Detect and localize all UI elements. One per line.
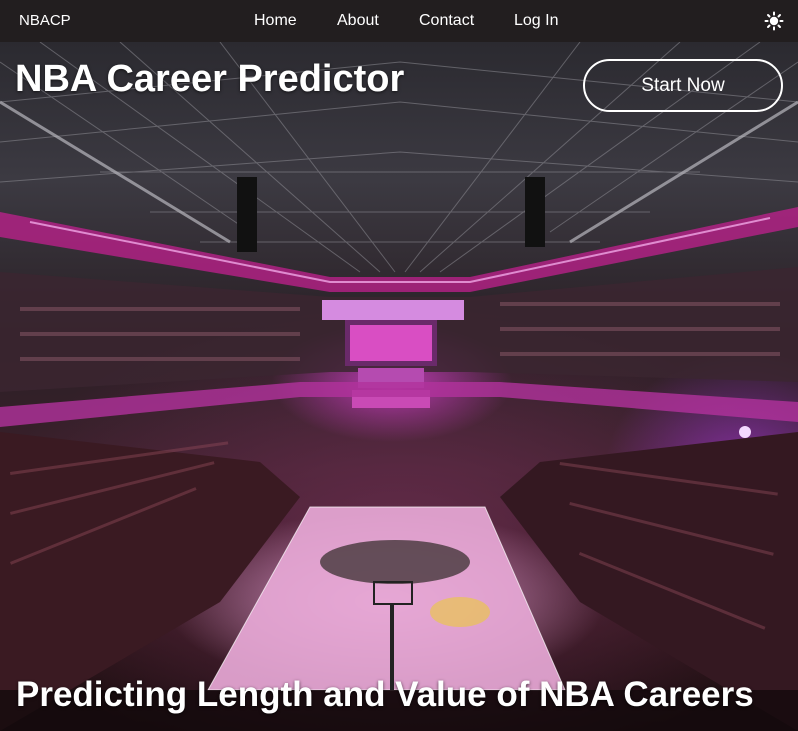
nav-link-home[interactable]: Home xyxy=(254,12,297,30)
page-title: NBA Career Predictor xyxy=(15,58,405,100)
nav-link-login[interactable]: Log In xyxy=(514,12,558,30)
hero-subtitle: Predicting Length and Value of NBA Caree… xyxy=(16,675,754,714)
arena-background-image xyxy=(0,42,798,731)
nav-link-about[interactable]: About xyxy=(337,12,379,30)
top-navbar: NBACP Home About Contact Log In xyxy=(0,0,798,42)
nav-link-contact[interactable]: Contact xyxy=(419,12,474,30)
start-now-button[interactable]: Start Now xyxy=(583,59,783,112)
hero-section: NBA Career Predictor Start Now Predictin… xyxy=(0,42,798,731)
nav-links: Home About Contact Log In xyxy=(0,12,798,32)
sun-icon[interactable] xyxy=(764,11,784,31)
